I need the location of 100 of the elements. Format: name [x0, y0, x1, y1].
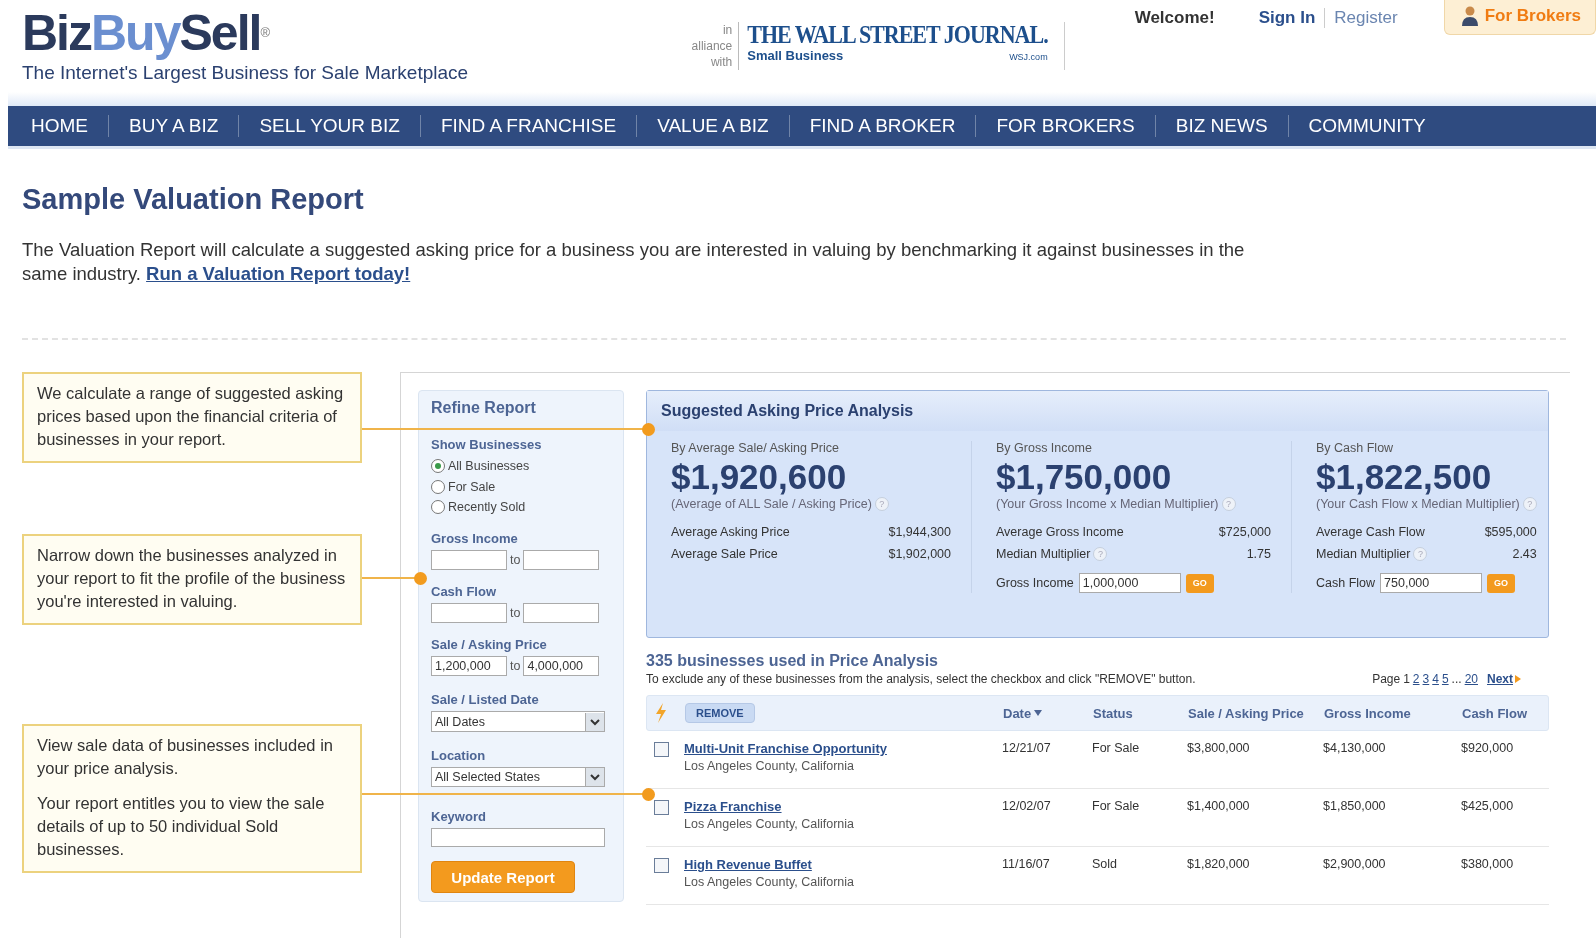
pager-ellipsis: ... [1451, 672, 1462, 686]
filter-label: Gross Income [431, 531, 519, 547]
radio-button[interactable] [431, 479, 445, 494]
input-field[interactable] [523, 603, 600, 624]
input-field[interactable]: 4,000,000 [523, 656, 600, 677]
suggested-price: $1,920,600 [671, 457, 848, 497]
callout-text: View sale data of businesses included in your price analysis. [37, 735, 334, 779]
tagline: The Internet's Largest Business for Sale Marketplace [22, 62, 470, 84]
price-cell-text: $3,800,000 [1187, 741, 1251, 755]
nav-link[interactable]: FOR BROKERS [975, 115, 1155, 137]
refine-title: Refine Report [431, 399, 537, 417]
suggested-price: $1,750,000 [996, 457, 1173, 497]
keyword-field[interactable] [431, 828, 605, 848]
partner-name: THE WALL STREET JOURNAL. [747, 20, 1048, 50]
nav-link[interactable]: BUY A BIZ [108, 115, 239, 137]
logo[interactable]: BizBuySell$^{®}$ [22, 6, 590, 60]
method-label: By Gross Income [996, 441, 1093, 455]
column-header[interactable]: Cash Flow [1462, 705, 1548, 721]
input-field[interactable]: 1,200,000 [431, 656, 507, 677]
dropdown[interactable]: All Dates [431, 711, 605, 732]
gross-income-cell-text: $4,130,000 [1323, 741, 1387, 755]
business-link[interactable]: High Revenue Buffet [684, 857, 812, 872]
business-location: Los Angeles County, California [684, 759, 855, 773]
page-link[interactable]: 5 [1441, 672, 1449, 686]
table-hint: To exclude any of these businesses from the analysis, select the checkbox and click "REMOVE" button. [646, 672, 1196, 686]
radio-label[interactable]: Recently Sold [448, 500, 526, 515]
partner-domain: WSJ.com [1009, 52, 1048, 62]
page-link[interactable]: 2 [1412, 672, 1420, 686]
nav-link[interactable]: HOME [11, 115, 108, 137]
price-cell-text: $1,400,000 [1187, 799, 1251, 813]
nav-link[interactable]: COMMUNITY [1287, 115, 1446, 137]
column-header[interactable]: Gross Income [1324, 705, 1462, 721]
radio-button[interactable] [431, 500, 445, 515]
stat-value: $1,902,000 [888, 547, 951, 561]
stat-label: Average Sale Price [671, 547, 778, 561]
sign-in-link[interactable]: Sign In [1258, 8, 1326, 28]
stat-label: Average Gross Income [996, 525, 1124, 539]
status-cell-text: Sold [1092, 857, 1119, 871]
callout-text: We calculate a range of suggested asking prices based upon the financial criteria of businesses in your report. [37, 383, 345, 450]
method-note: (Your Gross Income x Median Multiplier) [996, 497, 1219, 511]
page-link[interactable]: 1 [1403, 672, 1410, 686]
range-joiner: to [510, 659, 521, 674]
lightning-icon [655, 703, 667, 723]
welcome-text: Welcome! [1134, 8, 1215, 28]
caret-icon [585, 768, 604, 787]
radio-label[interactable]: For Sale [448, 479, 496, 494]
sort-caret-icon [1034, 710, 1043, 716]
filter-label: Show Businesses [431, 437, 543, 452]
next-link[interactable]: Next [1487, 672, 1521, 686]
gross-income-cell-text: $1,850,000 [1323, 799, 1387, 813]
price-cell-text: $1,820,000 [1187, 857, 1251, 871]
column-header[interactable]: Sale / Asking Price [1188, 705, 1324, 721]
radio-button[interactable] [431, 459, 445, 474]
filter-label: Sale / Asking Price [431, 637, 548, 653]
dropdown[interactable]: All Selected States [431, 766, 605, 788]
checkbox[interactable] [654, 800, 669, 815]
column-header[interactable]: Date [1003, 705, 1093, 721]
business-location: Los Angeles County, California [684, 875, 855, 889]
stat-label: Average Asking Price [671, 525, 790, 539]
status-cell-text: For Sale [1092, 799, 1141, 813]
nav-link[interactable]: FIND A BROKER [788, 115, 976, 137]
method-label: By Cash Flow [1316, 441, 1395, 455]
input-label: Gross Income [996, 576, 1074, 590]
date-cell-text: 11/16/07 [1002, 857, 1051, 871]
radio-label[interactable]: All Businesses [448, 459, 530, 474]
analysis-title: Suggested Asking Price Analysis [647, 391, 1548, 431]
business-link[interactable]: Pizza Franchise [684, 799, 782, 814]
nav-link[interactable]: VALUE A BIZ [636, 115, 789, 137]
input-label: Cash Flow [1316, 576, 1376, 590]
business-link[interactable]: Multi-Unit Franchise Opportunity [684, 741, 887, 756]
intro-text: The Valuation Report will calculate a suggested asking price for a business you are interested in valuing by benchmarking it against businesses in the same industry. Run a Valuation Report today! [22, 238, 1246, 286]
nav-link[interactable]: FIND A FRANCHISE [419, 115, 637, 137]
stat-label: Average Cash Flow [1316, 525, 1425, 539]
checkbox[interactable] [654, 742, 669, 757]
caret-icon [585, 712, 604, 731]
input-field[interactable] [523, 550, 600, 571]
page-link[interactable]: 20 [1464, 672, 1478, 686]
input-field[interactable]: 750,000 [1380, 573, 1483, 593]
input-field[interactable]: 1,000,000 [1078, 573, 1181, 593]
page-link[interactable]: 4 [1432, 672, 1439, 686]
nav-link[interactable]: SELL YOUR BIZ [238, 115, 420, 137]
valuation-report-link[interactable]: Run a Valuation Report today! [146, 263, 411, 284]
remove-button[interactable]: REMOVE [685, 703, 755, 723]
pager-label: Page [1372, 672, 1401, 686]
gross-income-cell-text: $2,900,000 [1323, 857, 1387, 871]
stat-value: $595,000 [1484, 525, 1537, 539]
cash-flow-cell-text: $920,000 [1461, 741, 1515, 755]
page-link[interactable]: 3 [1422, 672, 1430, 686]
stat-value: 1.75 [1246, 547, 1271, 561]
filter-label: Location [431, 747, 487, 763]
input-field[interactable] [431, 550, 507, 571]
column-header[interactable]: Status [1093, 705, 1188, 721]
nav-link[interactable]: BIZ NEWS [1154, 115, 1288, 137]
callout-text: Narrow down the businesses analyzed in your report to fit the profile of the business you're interested in valuing. [37, 545, 347, 612]
input-field[interactable] [431, 603, 507, 624]
range-joiner: to [510, 606, 521, 621]
checkbox[interactable] [654, 858, 669, 873]
register-link[interactable]: Register [1334, 8, 1398, 28]
person-icon [1460, 6, 1479, 26]
stat-value: $725,000 [1218, 525, 1271, 539]
